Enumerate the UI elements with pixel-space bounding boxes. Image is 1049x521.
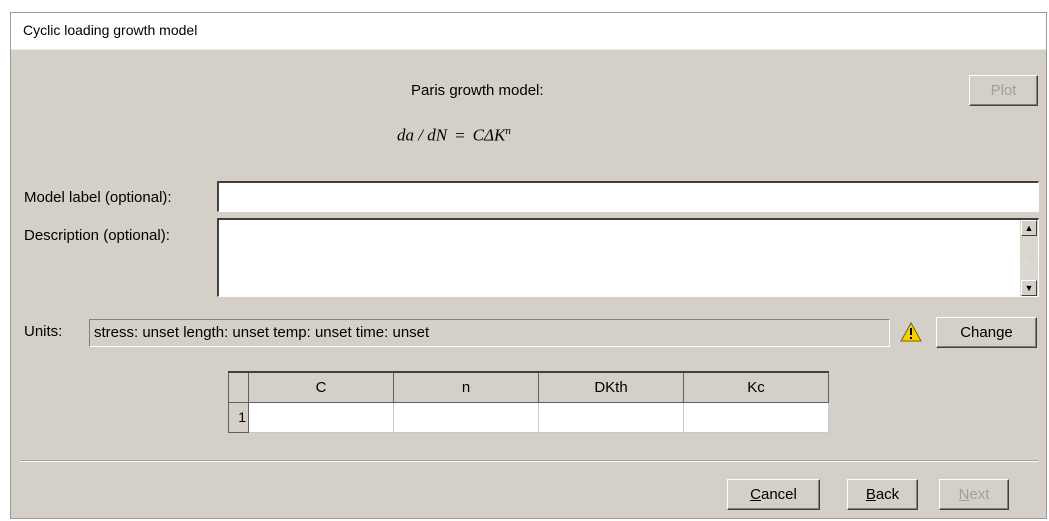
formula-rhs: CΔK <box>472 125 506 145</box>
column-header-dkth[interactable]: DKth <box>538 371 684 403</box>
plot-button[interactable]: Plot <box>969 75 1038 106</box>
back-button[interactable]: Back <box>847 479 918 510</box>
back-mnemonic: B <box>865 486 876 503</box>
next-button[interactable]: Next <box>939 479 1009 510</box>
table-row: 1 <box>228 401 829 433</box>
dialog-window: Cyclic loading growth model Paris growth… <box>10 12 1047 519</box>
description-label: Description (optional): <box>24 227 170 244</box>
cell-kc[interactable] <box>683 401 829 433</box>
formula-lhs: da / dN <box>397 125 448 145</box>
description-textarea[interactable]: ▲ ▼ <box>217 218 1039 297</box>
back-label: ack <box>875 486 900 503</box>
model-label-label: Model label (optional): <box>24 189 172 206</box>
row-number: 1 <box>228 401 249 433</box>
model-label-input[interactable] <box>217 181 1039 212</box>
cell-c[interactable] <box>248 401 394 433</box>
units-display: stress: unset length: unset temp: unset … <box>89 319 890 347</box>
formula-exponent: n <box>505 125 511 137</box>
column-header-n[interactable]: n <box>393 371 539 403</box>
next-label: ext <box>969 486 990 503</box>
model-caption: Paris growth model: <box>411 82 544 99</box>
column-header-c[interactable]: C <box>248 371 394 403</box>
cancel-label: ancel <box>760 486 797 503</box>
column-header-kc[interactable]: Kc <box>683 371 829 403</box>
cell-dkth[interactable] <box>538 401 684 433</box>
next-mnemonic: N <box>958 486 970 503</box>
window-title: Cyclic loading growth model <box>11 13 1046 50</box>
parameter-table: C n DKth Kc 1 <box>228 371 829 433</box>
description-scrollbar[interactable]: ▲ ▼ <box>1020 220 1038 296</box>
warning-triangle-icon <box>900 322 922 342</box>
scroll-up-arrow-icon[interactable]: ▲ <box>1021 220 1037 236</box>
table-corner-cell <box>228 371 249 403</box>
cell-n[interactable] <box>393 401 539 433</box>
scroll-down-arrow-icon[interactable]: ▼ <box>1021 280 1037 296</box>
paris-formula: da / dN = CΔKn <box>397 125 511 146</box>
change-units-button[interactable]: Change <box>936 317 1037 348</box>
footer-separator <box>21 460 1038 462</box>
units-label: Units: <box>24 323 63 340</box>
formula-equals: = <box>455 125 465 145</box>
cancel-mnemonic: C <box>750 486 761 503</box>
cancel-button[interactable]: Cancel <box>727 479 820 510</box>
table-header-row: C n DKth Kc <box>228 371 829 403</box>
